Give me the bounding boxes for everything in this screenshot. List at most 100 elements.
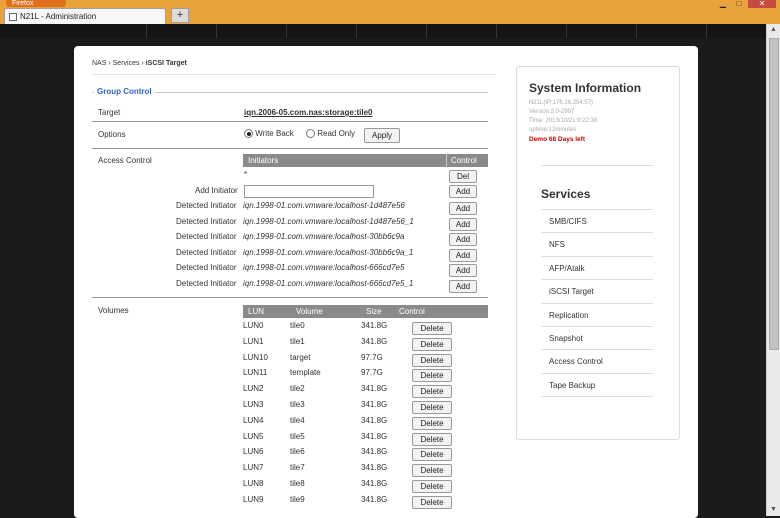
breadcrumb: NAS › Services › iSCSI Target <box>92 60 187 67</box>
delete-volume-button[interactable]: Delete <box>412 448 452 462</box>
browser-titlebar: Firefox N21L - Administration + ▁ □ ✕ <box>0 0 780 24</box>
size-cell: 97.7G <box>361 352 383 362</box>
detected-initiator-label: Detected Initiator <box>176 263 237 273</box>
delete-volume-button[interactable]: Delete <box>412 385 452 399</box>
initiators-header: Initiators <box>248 156 279 165</box>
lun-cell: LUN8 <box>243 479 264 488</box>
option-read-only[interactable]: Read Only <box>306 129 355 139</box>
options-label: Options <box>98 130 126 139</box>
minimize-icon[interactable]: ▁ <box>716 0 730 8</box>
detected-initiator-iqn: iqn.1998-01.com.vmware:localhost-1d487e5… <box>243 216 414 226</box>
lun-cell: LUN3 <box>243 400 264 409</box>
add-initiator-input[interactable] <box>244 185 374 198</box>
lun-cell: LUN2 <box>243 384 264 394</box>
size-cell: 341.8G <box>361 384 388 394</box>
volume-header: Volume <box>296 307 323 316</box>
breadcrumb-nas[interactable]: NAS <box>92 60 106 67</box>
volume-cell: tile5 <box>290 431 305 441</box>
size-header: Size <box>366 307 382 316</box>
lun-cell: LUN6 <box>243 447 264 457</box>
service-link[interactable]: SMB/CIFS <box>549 217 587 226</box>
delete-volume-button[interactable]: Delete <box>412 416 452 430</box>
add-detected-initiator-button[interactable]: Add <box>449 248 477 262</box>
detected-initiator-iqn: iqn.1998-01.com.vmware:localhost-666cd7e… <box>243 263 405 273</box>
volumes-label: Volumes <box>98 306 129 315</box>
service-link[interactable]: iSCSI Target <box>549 287 594 296</box>
size-cell: 341.8G <box>361 494 388 504</box>
service-link[interactable]: NFS <box>549 240 565 249</box>
detected-initiator-iqn: iqn.1998-01.com.vmware:localhost-30bb6c9… <box>243 232 405 242</box>
size-cell: 341.8G <box>361 447 388 457</box>
volume-cell: tile2 <box>290 384 305 394</box>
service-link[interactable]: Tape Backup <box>549 381 595 390</box>
divider <box>541 302 653 304</box>
system-info-host: N21L(IP:176.16.254.57) <box>529 100 594 106</box>
divider <box>541 279 653 281</box>
divider <box>541 372 653 374</box>
volume-cell: tile7 <box>290 463 305 473</box>
delete-volume-button[interactable]: Delete <box>412 432 452 446</box>
lun-cell: LUN11 <box>243 368 268 378</box>
service-link[interactable]: AFP/Atalk <box>549 264 585 273</box>
delete-volume-button[interactable]: Delete <box>412 369 452 383</box>
del-button[interactable]: Del <box>449 170 477 183</box>
service-link[interactable]: Access Control <box>549 357 603 366</box>
new-tab-button[interactable]: + <box>171 8 189 23</box>
breadcrumb-services[interactable]: Services <box>113 60 140 67</box>
firefox-menu-button[interactable]: Firefox <box>6 0 66 7</box>
wildcard-initiator: * <box>244 170 248 179</box>
delete-volume-button[interactable]: Delete <box>412 495 452 509</box>
option-write-back-label: Write Back <box>255 129 294 138</box>
browser-tab[interactable]: N21L - Administration <box>4 8 166 24</box>
volume-cell: tile9 <box>290 494 305 504</box>
system-info-title: System Information <box>529 81 642 95</box>
demo-notice: Demo 68 Days left <box>529 136 585 143</box>
add-detected-initiator-button[interactable]: Add <box>449 217 477 231</box>
target-value[interactable]: iqn.2006-05.com.nas:storage:tile0 <box>244 108 373 117</box>
add-detected-initiator-button[interactable]: Add <box>449 280 477 293</box>
close-icon[interactable]: ✕ <box>748 0 776 8</box>
divider <box>92 74 496 75</box>
lun-cell: LUN9 <box>243 494 264 504</box>
divider <box>541 255 653 257</box>
detected-initiator-label: Detected Initiator <box>176 279 237 288</box>
radio-read-only[interactable] <box>306 129 315 139</box>
radio-write-back[interactable] <box>244 129 253 139</box>
volume-cell: tile0 <box>290 321 305 330</box>
add-detected-initiator-button[interactable]: Add <box>449 233 477 247</box>
divider <box>541 232 653 234</box>
vertical-scrollbar[interactable]: ▲ ▼ <box>766 24 780 516</box>
divider <box>541 209 653 210</box>
add-detected-initiator-button[interactable]: Add <box>449 264 477 278</box>
delete-volume-button[interactable]: Delete <box>412 322 452 335</box>
volume-cell: tile4 <box>290 415 305 425</box>
lun-header: LUN <box>248 307 265 316</box>
divider <box>92 148 488 149</box>
scroll-thumb[interactable] <box>769 38 779 350</box>
divider <box>92 297 488 298</box>
detected-initiator-iqn: iqn.1998-01.com.vmware:localhost-666cd7e… <box>243 279 414 288</box>
control-header: Control <box>451 156 477 165</box>
group-control-legend: Group Control <box>94 87 155 96</box>
size-cell: 97.7G <box>361 368 383 378</box>
delete-volume-button[interactable]: Delete <box>412 401 452 414</box>
detected-initiator-iqn: iqn.1998-01.com.vmware:localhost-1d487e5… <box>243 201 405 210</box>
delete-volume-button[interactable]: Delete <box>412 480 452 493</box>
size-cell: 341.8G <box>361 336 388 346</box>
scroll-down-icon[interactable]: ▼ <box>767 504 780 516</box>
add-detected-initiator-button[interactable]: Add <box>449 202 477 215</box>
lun-cell: LUN5 <box>243 431 264 441</box>
scroll-up-icon[interactable]: ▲ <box>767 24 780 36</box>
apply-button[interactable]: Apply <box>364 128 400 143</box>
delete-volume-button[interactable]: Delete <box>412 337 452 351</box>
service-link[interactable]: Replication <box>549 311 589 320</box>
delete-volume-button[interactable]: Delete <box>412 353 452 367</box>
divider <box>446 154 447 167</box>
add-button[interactable]: Add <box>449 185 477 198</box>
maximize-icon[interactable]: □ <box>732 0 746 8</box>
delete-volume-button[interactable]: Delete <box>412 464 452 478</box>
divider <box>92 121 488 122</box>
option-write-back[interactable]: Write Back <box>244 129 294 139</box>
page-icon <box>9 12 17 21</box>
service-link[interactable]: Snapshot <box>549 334 583 343</box>
